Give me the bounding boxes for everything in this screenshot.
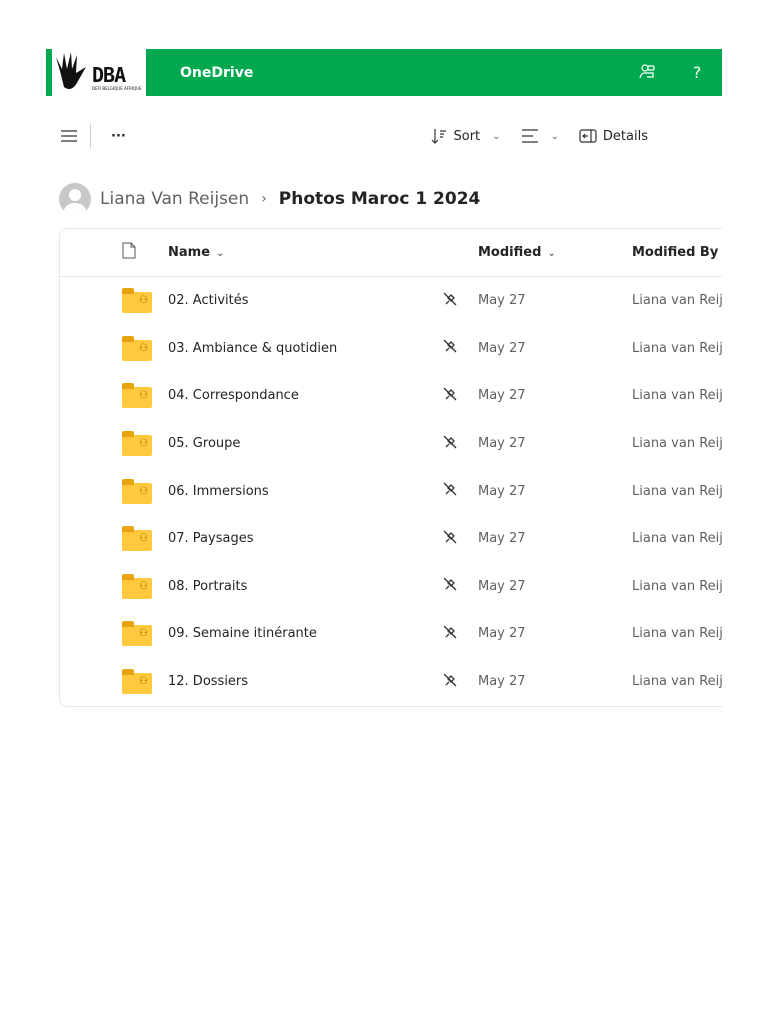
modified-date: May 27 <box>478 483 526 499</box>
breadcrumb-current: Photos Maroc 1 2024 <box>278 189 481 209</box>
nav-menu-button[interactable] <box>60 129 78 143</box>
pin-off-icon[interactable] <box>443 673 457 691</box>
sort-button[interactable]: Sort ⌄ <box>431 128 501 144</box>
modified-date: May 27 <box>478 293 526 309</box>
folder-name[interactable]: 04. Correspondance <box>168 388 299 403</box>
table-row[interactable]: ⚇ 12. Dossiers May 27 Liana van Reijsen <box>60 658 722 706</box>
modified-date: May 27 <box>478 626 526 642</box>
modified-date: May 27 <box>478 340 526 356</box>
more-button[interactable]: ··· <box>111 129 126 144</box>
table-row[interactable]: ⚇ 04. Correspondance May 27 Liana van Re… <box>60 372 722 420</box>
sort-label: Sort <box>453 128 481 144</box>
column-header-modified[interactable]: Modified ⌄ <box>478 245 556 260</box>
shared-folder-icon: ⚇ <box>122 478 152 504</box>
file-type-icon[interactable] <box>122 242 136 263</box>
divider <box>90 124 91 148</box>
folder-name[interactable]: 08. Portraits <box>168 579 247 594</box>
table-row[interactable]: ⚇ 05. Groupe May 27 Liana van Reijsen <box>60 420 722 468</box>
shared-folder-icon: ⚇ <box>122 669 152 695</box>
folder-name[interactable]: 07. Paysages <box>168 531 253 546</box>
app-header: DBA DEFI BELGIQUE AFRIQUE OneDrive ? <box>46 49 722 96</box>
folder-name[interactable]: 03. Ambiance & quotidien <box>168 341 337 356</box>
modified-date: May 27 <box>478 388 526 404</box>
table-row[interactable]: ⚇ 07. Paysages May 27 Liana van Reijsen <box>60 515 722 563</box>
modified-date: May 27 <box>478 578 526 594</box>
shared-folder-icon: ⚇ <box>122 383 152 409</box>
shared-folder-icon: ⚇ <box>122 288 152 314</box>
modified-by: Liana van Reijsen <box>632 531 722 547</box>
folder-name[interactable]: 12. Dossiers <box>168 674 248 689</box>
table-row[interactable]: ⚇ 06. Immersions May 27 Liana van Reijse… <box>60 467 722 515</box>
modified-by: Liana van Reijsen <box>632 340 722 356</box>
chevron-right-icon: › <box>261 191 267 207</box>
share-people-icon[interactable] <box>622 63 672 83</box>
logo-subtitle: DEFI BELGIQUE AFRIQUE <box>92 86 142 91</box>
avatar <box>59 183 91 215</box>
shared-folder-icon: ⚇ <box>122 573 152 599</box>
table-row[interactable]: ⚇ 03. Ambiance & quotidien May 27 Liana … <box>60 325 722 373</box>
details-label: Details <box>602 128 648 144</box>
pin-off-icon[interactable] <box>443 482 457 500</box>
details-pane-icon <box>579 129 597 143</box>
command-bar: ··· Sort ⌄ ⌄ Details <box>60 120 722 152</box>
column-header-name[interactable]: Name ⌄ <box>168 245 224 260</box>
breadcrumb: Liana Van Reijsen › Photos Maroc 1 2024 <box>59 183 480 215</box>
modified-by: Liana van Reijsen <box>632 436 722 452</box>
column-header-modified-by[interactable]: Modified By⌄ <box>632 245 722 260</box>
chevron-down-icon: ⌄ <box>550 130 559 142</box>
shared-folder-icon: ⚇ <box>122 335 152 361</box>
shared-folder-icon: ⚇ <box>122 526 152 552</box>
modified-by: Liana van Reijsen <box>632 388 722 404</box>
org-logo[interactable]: DBA DEFI BELGIQUE AFRIQUE <box>46 49 146 96</box>
modified-by: Liana van Reijsen <box>632 483 722 499</box>
chevron-down-icon: ⌄ <box>492 130 501 142</box>
pin-off-icon[interactable] <box>443 625 457 643</box>
modified-date: May 27 <box>478 436 526 452</box>
folder-name[interactable]: 05. Groupe <box>168 436 240 451</box>
pin-off-icon[interactable] <box>443 530 457 548</box>
folder-name[interactable]: 02. Activités <box>168 293 249 308</box>
folder-name[interactable]: 09. Semaine itinérante <box>168 626 317 641</box>
list-view-icon <box>521 129 538 143</box>
shared-folder-icon: ⚇ <box>122 621 152 647</box>
modified-date: May 27 <box>478 674 526 690</box>
folder-name[interactable]: 06. Immersions <box>168 484 269 499</box>
shared-folder-icon: ⚇ <box>122 431 152 457</box>
modified-by: Liana van Reijsen <box>632 578 722 594</box>
pin-off-icon[interactable] <box>443 292 457 310</box>
hand-logo-icon <box>56 52 86 89</box>
modified-date: May 27 <box>478 531 526 547</box>
pin-off-icon[interactable] <box>443 577 457 595</box>
table-row[interactable]: ⚇ 09. Semaine itinérante May 27 Liana va… <box>60 610 722 658</box>
breadcrumb-parent[interactable]: Liana Van Reijsen <box>100 189 249 209</box>
table-row[interactable]: ⚇ 08. Portraits May 27 Liana van Reijsen <box>60 563 722 611</box>
modified-by: Liana van Reijsen <box>632 674 722 690</box>
view-options-button[interactable]: ⌄ <box>521 129 559 143</box>
help-icon[interactable]: ? <box>672 63 722 82</box>
details-button[interactable]: Details <box>579 129 648 144</box>
file-list: Name⌄ Modified⌄ Modified By⌄ ⚇ 02. Activ… <box>59 228 722 707</box>
table-row[interactable]: ⚇ 02. Activités May 27 Liana van Reijsen <box>60 277 722 325</box>
list-header: Name⌄ Modified⌄ Modified By⌄ <box>60 229 722 277</box>
pin-off-icon[interactable] <box>443 435 457 453</box>
sort-icon <box>432 129 447 144</box>
modified-by: Liana van Reijsen <box>632 293 722 309</box>
pin-off-icon[interactable] <box>443 339 457 357</box>
hamburger-icon <box>61 130 77 142</box>
app-name[interactable]: OneDrive <box>180 65 622 81</box>
modified-by: Liana van Reijsen <box>632 626 722 642</box>
logo-text: DBA <box>92 63 126 87</box>
pin-off-icon[interactable] <box>443 387 457 405</box>
